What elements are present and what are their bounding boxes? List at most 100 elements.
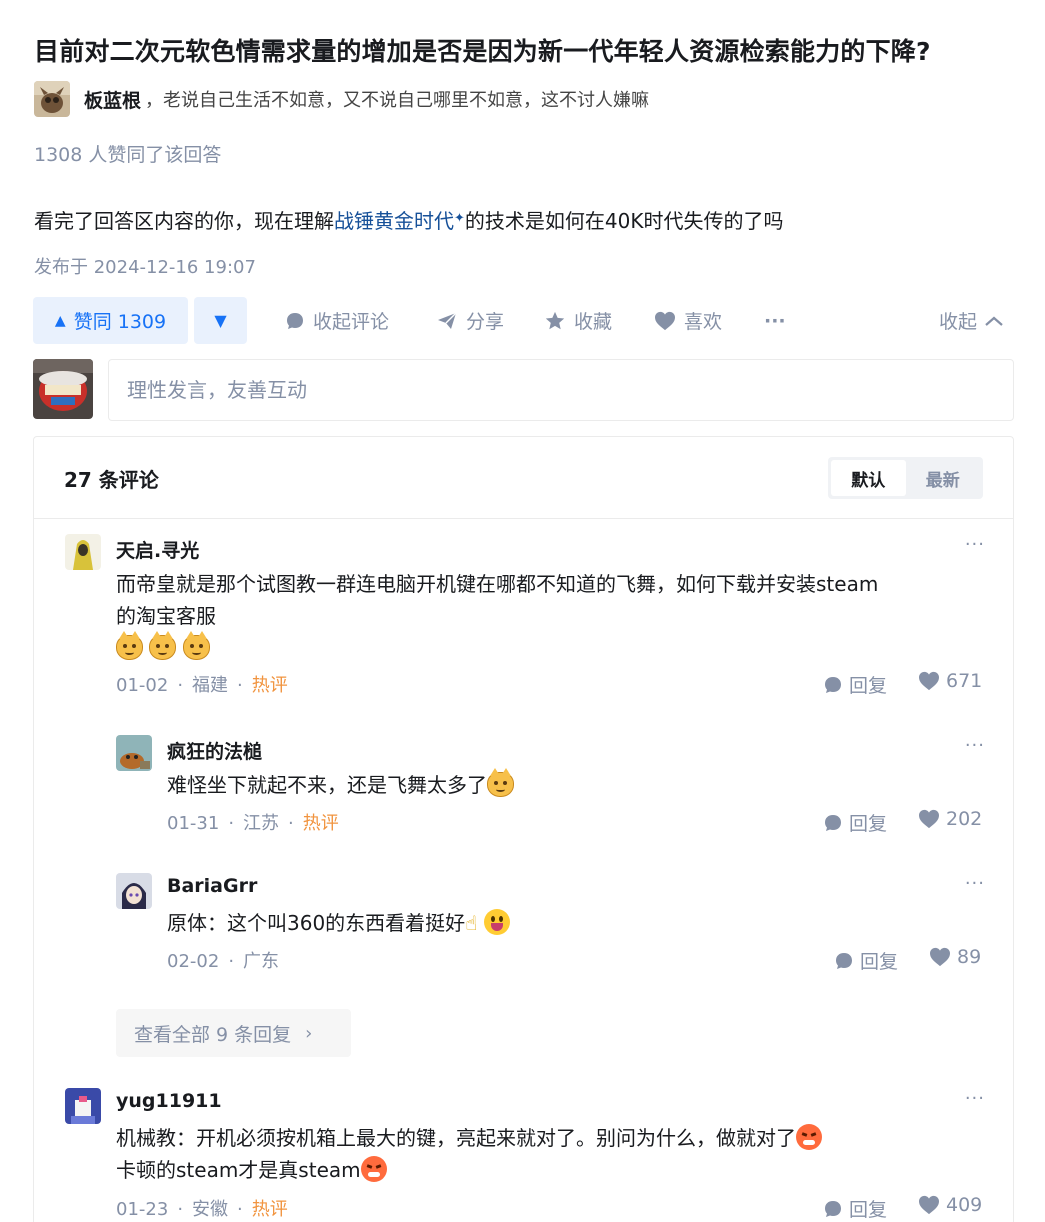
angry-emoji-icon [796, 1124, 822, 1150]
comment-meta: 01-31 · 江苏 · 热评 [167, 813, 339, 834]
favorite-label: 收藏 [574, 311, 613, 333]
comment-like-button[interactable]: 202 [918, 808, 982, 830]
comment-location: 福建 [192, 675, 229, 696]
comment-more-icon[interactable]: ··· [965, 1088, 985, 1109]
reply-button[interactable]: 回复 [834, 947, 898, 974]
sort-default-tab[interactable]: 默认 [831, 460, 906, 496]
hot-comment-badge: 热评 [302, 813, 339, 834]
comment-like-button[interactable]: 89 [929, 946, 981, 968]
commenter-name[interactable]: 疯狂的法槌 [167, 737, 262, 764]
answer-action-bar: ▲ 赞同 1309 ▼ 收起评论 分享 收藏 喜欢 ··· 收起 [33, 297, 1013, 344]
commenter-avatar[interactable] [65, 1088, 101, 1124]
comment-text-line: 原体：这个叫360的东西看着挺好 [167, 911, 466, 935]
answer-text-after: 的技术是如何在40K时代失传的了吗 [464, 209, 784, 233]
angry-emoji-icon [360, 1156, 387, 1182]
vote-up-label: 赞同 1309 [73, 311, 167, 333]
comment-more-icon[interactable]: ··· [965, 534, 985, 555]
pointing-up-emoji-icon: ☝ [465, 911, 478, 935]
more-icon: ··· [764, 309, 786, 332]
comment-text: 机械教：开机必须按机箱上最大的键，亮起来就对了。别问为什么，做就对了 卡顿的st… [116, 1122, 976, 1186]
comment-bubble-icon [825, 814, 841, 831]
hot-comment-badge: 热评 [251, 1199, 288, 1220]
commenter-avatar[interactable] [116, 873, 152, 909]
comment-text-line: 的淘宝客服 [116, 604, 216, 628]
comment-meta: 02-02 · 广东 [167, 951, 280, 972]
heart-icon [930, 947, 950, 967]
comments-panel: 27 条评论 默认 最新 天启.寻光 ··· 而帝皇就是那个试图教一群连电脑开机… [33, 436, 1014, 1222]
favorite-button[interactable]: 收藏 [544, 297, 612, 344]
author-bio: ，老说自己生活不如意，又不说自己哪里不如意，这不讨人嫌嘛 [145, 90, 650, 111]
like-count: 202 [946, 808, 983, 830]
comment-bubble-icon [287, 312, 303, 329]
vote-up-button[interactable]: ▲ 赞同 1309 [33, 297, 188, 344]
vote-down-button[interactable]: ▼ [194, 297, 247, 344]
heart-icon [919, 809, 939, 829]
view-all-replies-button[interactable]: 查看全部 9 条回复 › [116, 1009, 351, 1057]
vote-up-icon: ▲ [54, 312, 66, 329]
commenter-name[interactable]: 天启.寻光 [116, 536, 199, 563]
like-count: 409 [946, 1194, 983, 1216]
comment-text-line: 而帝皇就是那个试图教一群连电脑开机键在哪都不知道的飞舞，如何下载并安装steam [116, 572, 879, 596]
comment-more-icon[interactable]: ··· [965, 873, 985, 894]
vote-summary: 1308 人赞同了该回答 [34, 144, 222, 166]
reply-label: 回复 [860, 951, 899, 973]
collapse-comments-button[interactable]: 收起评论 [285, 297, 389, 344]
commenter-avatar[interactable] [116, 735, 152, 771]
comment-bubble-icon [836, 952, 852, 969]
share-label: 分享 [466, 311, 505, 333]
comment-sort-switch: 默认 最新 [828, 457, 983, 499]
chevron-up-icon [985, 316, 1003, 326]
comment-like-button[interactable]: 409 [918, 1194, 982, 1216]
reply-item: BariaGrr ··· 原体：这个叫360的东西看着挺好☝ 02-02 · 广东 … [116, 873, 985, 983]
author-row: 板蓝根 ，老说自己生活不如意，又不说自己哪里不如意，这不讨人嫌嘛 [34, 81, 649, 117]
comment-location: 江苏 [243, 813, 280, 834]
comment-item: 天启.寻光 ··· 而帝皇就是那个试图教一群连电脑开机键在哪都不知道的飞舞，如何… [65, 534, 985, 704]
comment-date: 01-23 [116, 1199, 169, 1220]
publish-time[interactable]: 发布于 2024-12-16 19:07 [34, 253, 256, 279]
reply-button[interactable]: 回复 [823, 671, 887, 698]
reply-button[interactable]: 回复 [823, 809, 887, 836]
comment-location: 广东 [243, 951, 280, 972]
comment-date: 01-02 [116, 675, 169, 696]
sort-latest-tab[interactable]: 最新 [906, 460, 981, 496]
hot-comment-badge: 热评 [251, 675, 288, 696]
commenter-name[interactable]: yug11911 [116, 1090, 222, 1112]
comment-text: 而帝皇就是那个试图教一群连电脑开机键在哪都不知道的飞舞，如何下载并安装steam… [116, 568, 976, 664]
comment-text-line: 机械教：开机必须按机箱上最大的键，亮起来就对了。别问为什么，做就对了 [116, 1126, 796, 1150]
comment-text-line: 卡顿的steam才是真steam [116, 1158, 361, 1182]
comment-date: 01-31 [167, 813, 220, 834]
collapse-comments-label: 收起评论 [313, 311, 390, 333]
more-actions-button[interactable]: ··· [764, 297, 786, 344]
comment-more-icon[interactable]: ··· [965, 735, 985, 756]
heart-icon [919, 671, 939, 691]
commenter-avatar[interactable] [65, 534, 101, 570]
reply-label: 回复 [849, 675, 888, 697]
comment-item: yug11911 ··· 机械教：开机必须按机箱上最大的键，亮起来就对了。别问为… [65, 1088, 985, 1222]
author-name[interactable]: 板蓝根 [84, 86, 141, 113]
view-all-label: 查看全部 9 条回复 [134, 1023, 292, 1046]
answer-topic-link[interactable]: 战锤黄金时代 [334, 209, 454, 233]
current-user-avatar[interactable] [33, 359, 93, 419]
cat-emoji-icon [116, 631, 143, 660]
question-title[interactable]: 目前对二次元软色情需求量的增加是否是因为新一代年轻人资源检索能力的下降? [34, 32, 931, 68]
like-button[interactable]: 喜欢 [654, 297, 722, 344]
comment-text: 难怪坐下就起不来，还是飞舞太多了 [167, 768, 967, 801]
comment-date: 02-02 [167, 951, 220, 972]
cat-emoji-icon [182, 631, 210, 660]
comment-like-button[interactable]: 671 [918, 670, 982, 692]
answer-text-before: 看完了回答区内容的你，现在理解 [34, 209, 334, 233]
reply-button[interactable]: 回复 [823, 1195, 887, 1222]
reply-item: 疯狂的法槌 ··· 难怪坐下就起不来，还是飞舞太多了 01-31 · 江苏 · 热评 回… [116, 735, 985, 845]
reply-label: 回复 [849, 1199, 888, 1221]
comment-bubble-icon [825, 676, 841, 693]
collapse-label: 收起 [938, 311, 977, 333]
share-plane-icon [438, 312, 457, 329]
author-avatar[interactable] [34, 81, 70, 117]
share-button[interactable]: 分享 [436, 297, 504, 344]
commenter-name[interactable]: BariaGrr [167, 875, 257, 897]
comment-input[interactable]: 理性发言，友善互动 [108, 359, 1014, 421]
cat-emoji-icon [487, 768, 514, 797]
comment-meta: 01-23 · 安徽 · 热评 [116, 1199, 288, 1220]
collapse-answer-button[interactable]: 收起 [939, 297, 1005, 344]
heart-icon [919, 1195, 939, 1215]
